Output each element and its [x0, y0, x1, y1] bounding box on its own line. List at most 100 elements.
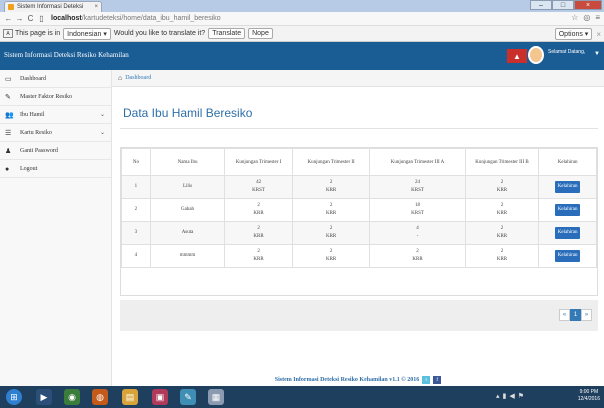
tab-title: Sistem Informasi Deteksi [17, 4, 84, 10]
value: 4 [416, 226, 419, 231]
network-icon[interactable]: ▮ [503, 392, 507, 400]
pagination-page[interactable]: 1 [570, 309, 581, 321]
cell-trimester-2: 2 KRR [291, 244, 371, 268]
browser-tab[interactable]: Sistem Informasi Deteksi × [4, 1, 102, 12]
chevron-down-icon[interactable]: ▼ [594, 51, 600, 57]
cell-no: 4 [121, 244, 151, 268]
bell-icon[interactable]: ▲ [507, 49, 527, 63]
value: 2 [329, 203, 333, 208]
kelahiran-button[interactable]: Kelahiran [554, 250, 581, 262]
extension-icon[interactable]: ◎ [583, 13, 590, 22]
window-minimize-button[interactable]: – [530, 0, 552, 10]
volume-icon[interactable]: ◀ [509, 392, 514, 400]
options-button[interactable]: Options ▾ [554, 28, 593, 40]
kelahiran-button[interactable]: Kelahiran [554, 204, 581, 216]
cell-nama: Lilis [149, 175, 226, 199]
cell-kelahiran: Kelahiran [538, 175, 597, 199]
edit-icon[interactable]: ✎ [180, 389, 196, 405]
window-maximize-button[interactable]: □ [552, 0, 574, 10]
chrome-icon[interactable]: ◉ [64, 389, 80, 405]
folder-icon[interactable]: ▤ [122, 389, 138, 405]
clock-time: 9:00 PM [579, 389, 599, 395]
cell-no: 2 [121, 198, 151, 222]
address-bar: ← → C ▯ localhost/kartudeteksi/home/data… [0, 12, 604, 26]
value: 2 [416, 249, 419, 254]
column-header: Kelahiran [538, 148, 597, 176]
forward-arrow-icon[interactable]: → [14, 14, 25, 23]
data-table-panel: No Nama Ibu Kunjungan Trimester I Kunjun… [120, 147, 598, 296]
menu-icon[interactable]: ≡ [595, 13, 600, 22]
reload-icon[interactable]: C [25, 14, 36, 23]
translate-button[interactable]: Translate [208, 28, 246, 39]
window-icon[interactable]: ▦ [208, 389, 224, 405]
kelahiran-button[interactable]: Kelahiran [554, 181, 581, 193]
value: 2 [257, 226, 260, 231]
clock-date: 12/4/2016 [577, 396, 600, 402]
browser-tabstrip: Sistem Informasi Deteksi × – □ × [0, 0, 604, 12]
status: KRR [496, 257, 508, 262]
app-icon[interactable]: ▣ [152, 389, 168, 405]
url-field[interactable]: localhost/kartudeteksi/home/data_ibu_ham… [51, 15, 221, 22]
tab-close-icon[interactable]: × [94, 4, 98, 10]
back-arrow-icon[interactable]: ← [3, 14, 14, 23]
table-row: 3 Asuta 2 KRR 2 KRR 4- 2 KRR Kelahiran [121, 221, 597, 245]
status: KRST [252, 188, 265, 193]
value: 2 [329, 249, 333, 254]
nope-button[interactable]: Nope [248, 28, 273, 39]
cell-kelahiran: Kelahiran [538, 221, 597, 245]
user-greeting[interactable]: Selamat Datang, [548, 49, 585, 55]
facebook-icon[interactable]: f [433, 376, 442, 384]
pagination-prev[interactable]: « [559, 309, 570, 321]
avatar[interactable] [528, 46, 544, 64]
start-icon[interactable]: ⊞ [6, 389, 22, 405]
flag-icon[interactable]: ⚑ [518, 392, 524, 400]
os-taskbar: ⊞ ▶ ◉ ◍ ▤ ▣ ✎ ▦ ▴ ▮ ◀ ⚑ 9:00 PM 12/4/201… [0, 386, 604, 408]
firefox-icon[interactable]: ◍ [92, 389, 108, 405]
sidebar-item-logout[interactable]: ● Logout [0, 160, 111, 178]
status: KRR [325, 188, 337, 193]
sidebar-item-ibu-hamil[interactable]: 👥 Ibu Hamil ⌄ [0, 106, 111, 124]
status: - [416, 234, 419, 239]
media-player-icon[interactable]: ▶ [36, 389, 52, 405]
sidebar-item-label: Dashboard [20, 75, 46, 82]
cell-trimester-1: 42 KRST [224, 175, 293, 199]
value: 2 [257, 249, 260, 254]
window-close-button[interactable]: × [574, 0, 602, 10]
pagination: « 1 » [559, 309, 592, 321]
page-icon: ▯ [39, 14, 44, 23]
sidebar-item-ganti-password[interactable]: ♟ Ganti Password [0, 142, 111, 160]
options-label: Options [558, 31, 583, 38]
breadcrumb: ⌂ Dashboard [112, 70, 604, 87]
sidebar-item-master-faktor-resiko[interactable]: ✎ Master Faktor Resiko [0, 88, 111, 106]
cell-no: 1 [121, 175, 151, 199]
table-header-row: No Nama Ibu Kunjungan Trimester I Kunjun… [121, 148, 597, 176]
tray-arrow-icon[interactable]: ▴ [496, 392, 500, 400]
status: KRR [412, 257, 423, 262]
cell-trimester-2: 2 KRR [291, 221, 371, 245]
bookmark-star-icon[interactable]: ☆ [571, 13, 578, 22]
cell-nama: Gahah [149, 198, 226, 222]
value: 42 [256, 180, 262, 185]
pagination-next[interactable]: » [581, 309, 592, 321]
table-row: 2 Gahah 2 KRR 2 KRR 18 KRST 2 KRR Kelahiran [121, 198, 597, 222]
column-header: Kunjungan Trimester I [224, 148, 293, 176]
user-icon: ♟ [5, 146, 12, 155]
pagination-bar: « 1 » [120, 300, 598, 331]
column-header: Kunjungan Trimester III A [369, 148, 466, 176]
status: KRR [496, 188, 508, 193]
status: KRR [253, 234, 264, 239]
breadcrumb-dashboard[interactable]: Dashboard [125, 75, 151, 81]
sidebar-item-kartu-resiko[interactable]: ☰ Kartu Resiko ⌄ [0, 124, 111, 142]
twitter-icon[interactable]: t [422, 376, 431, 384]
status: KRR [496, 211, 508, 216]
cell-trimester-3a: 24 KRST [369, 175, 466, 199]
page-title: Data Ibu Hamil Beresiko [123, 106, 253, 120]
sidebar-item-label: Ganti Password [20, 147, 58, 154]
language-select[interactable]: Indonesian ▾ [63, 27, 111, 40]
taskbar-clock[interactable]: 9:00 PM 12/4/2016 [578, 389, 600, 403]
sidebar-item-dashboard[interactable]: ▭ Dashboard [0, 70, 111, 88]
app-brand[interactable]: Sistem Informasi Deteksi Resiko Kehamila… [4, 51, 129, 59]
kelahiran-button[interactable]: Kelahiran [554, 227, 581, 239]
edit-icon: ✎ [5, 92, 11, 101]
translate-close-icon[interactable]: × [596, 30, 601, 39]
